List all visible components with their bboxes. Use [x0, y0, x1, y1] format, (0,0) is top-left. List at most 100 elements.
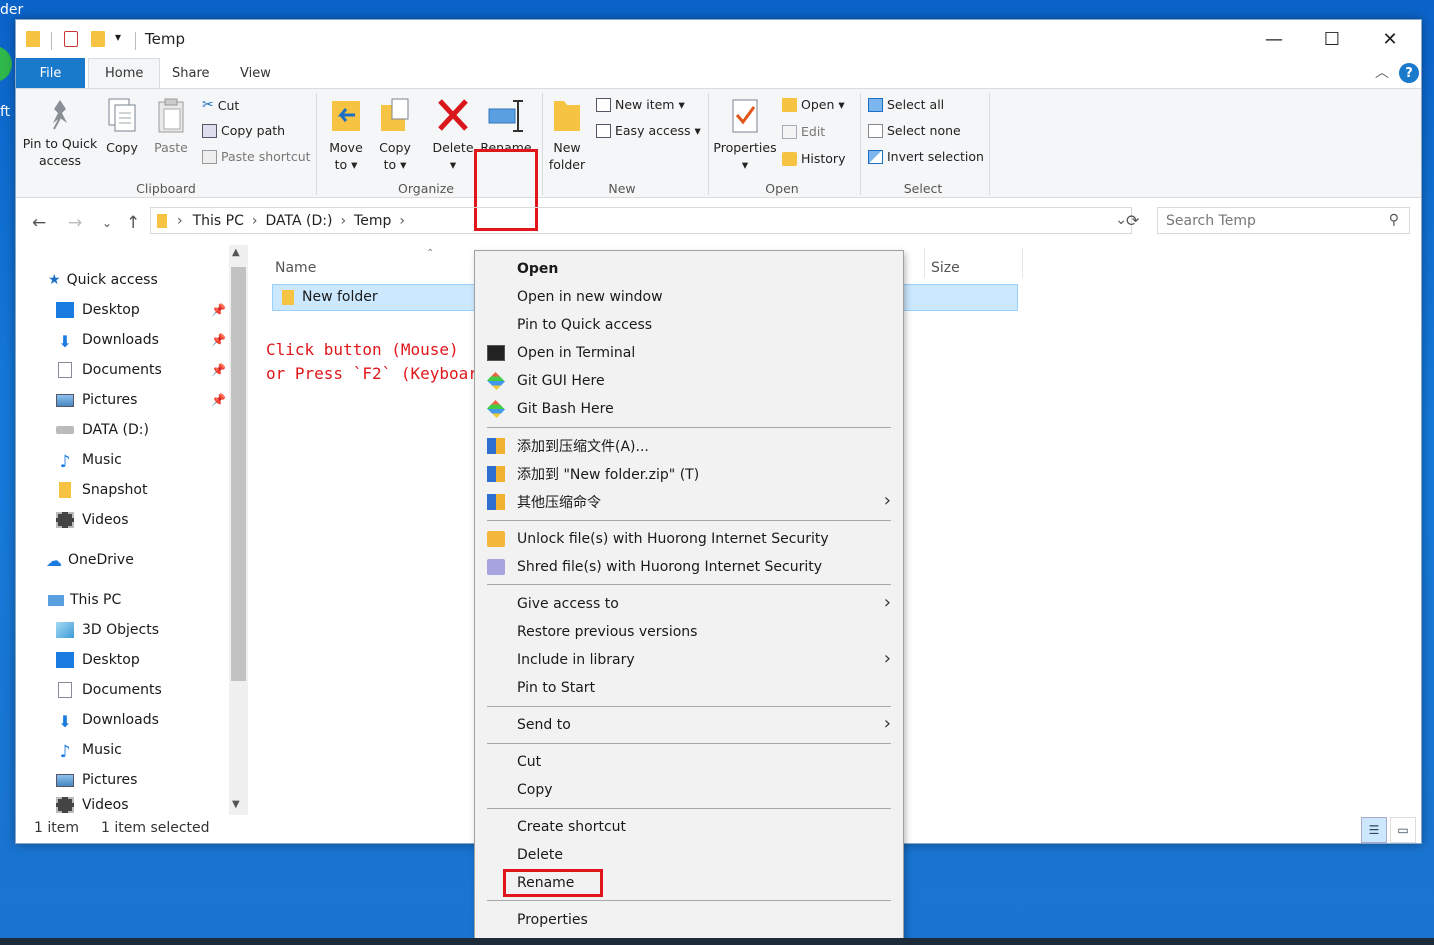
- menu-delete[interactable]: Delete: [475, 841, 903, 869]
- pin-icon[interactable]: 📌: [211, 303, 226, 317]
- properties-button[interactable]: Properties ▾: [713, 97, 777, 173]
- nav-pc-desktop[interactable]: Desktop: [56, 645, 140, 675]
- easy-access-icon: [596, 123, 611, 138]
- column-header-name[interactable]: Name: [275, 260, 316, 276]
- easy-access-button[interactable]: Easy access ▾: [596, 123, 701, 138]
- nav-pc-music[interactable]: ♪ Music: [56, 735, 122, 765]
- nav-pc-videos[interactable]: Videos: [56, 795, 129, 815]
- select-all-button[interactable]: Select all: [868, 97, 944, 112]
- desktop-app-icon[interactable]: [0, 46, 12, 82]
- nav-this-pc[interactable]: This PC: [48, 585, 121, 615]
- pin-icon[interactable]: 📌: [211, 393, 226, 407]
- search-input[interactable]: Search Temp ⚲: [1157, 207, 1410, 234]
- select-none-button[interactable]: Select none: [868, 123, 961, 138]
- scroll-up-icon[interactable]: ▲: [232, 247, 240, 258]
- menu-pin-quick-access[interactable]: Pin to Quick access: [475, 311, 903, 339]
- tab-file[interactable]: File: [16, 58, 85, 88]
- menu-pin-start[interactable]: Pin to Start: [475, 674, 903, 702]
- nav-3d-objects[interactable]: 3D Objects: [56, 615, 159, 645]
- column-header-size[interactable]: Size: [931, 260, 960, 276]
- back-arrow-icon[interactable]: ←: [32, 213, 46, 233]
- nav-pc-documents[interactable]: Documents: [56, 675, 162, 705]
- help-button[interactable]: ?: [1399, 63, 1419, 83]
- maximize-button[interactable]: ☐: [1303, 20, 1361, 58]
- nav-music[interactable]: ♪ Music: [56, 445, 122, 475]
- nav-scrollbar[interactable]: ▲ ▼: [229, 245, 248, 815]
- menu-open-new-window[interactable]: Open in new window: [475, 283, 903, 311]
- qat-dropdown-icon[interactable]: ▾: [115, 30, 121, 44]
- properties-qat-icon[interactable]: [64, 31, 78, 47]
- new-folder-qat-icon[interactable]: [91, 31, 105, 47]
- close-button[interactable]: ✕: [1361, 20, 1419, 58]
- tab-view[interactable]: View: [224, 58, 287, 88]
- menu-open-terminal[interactable]: Open in Terminal: [475, 339, 903, 367]
- up-arrow-icon[interactable]: ↑: [126, 213, 140, 233]
- details-view-icon[interactable]: ☰: [1361, 817, 1387, 843]
- new-item-button[interactable]: New item ▾: [596, 97, 685, 112]
- nav-data-drive[interactable]: DATA (D:): [56, 415, 149, 445]
- clipboard-group-label: Clipboard: [136, 181, 196, 196]
- tab-share[interactable]: Share: [156, 58, 226, 88]
- copy-button[interactable]: Copy: [102, 97, 142, 156]
- menu-shred-huorong[interactable]: Shred file(s) with Huorong Internet Secu…: [475, 553, 903, 581]
- menu-include-library[interactable]: Include in library: [475, 646, 903, 674]
- ribbon-tabs: File Home Share View ︿ ?: [16, 58, 1421, 88]
- breadcrumb-data-d[interactable]: DATA (D:): [266, 213, 333, 229]
- breadcrumb-this-pc[interactable]: This PC: [193, 213, 244, 229]
- scrollbar-thumb[interactable]: [231, 267, 246, 681]
- nav-videos[interactable]: Videos: [56, 505, 129, 535]
- nav-onedrive[interactable]: ☁ OneDrive: [46, 545, 134, 575]
- nav-pictures[interactable]: Pictures: [56, 385, 137, 415]
- pin-icon[interactable]: 📌: [211, 333, 226, 347]
- nav-downloads[interactable]: ⬇ Downloads: [56, 325, 159, 355]
- paste-shortcut-button[interactable]: Paste shortcut: [202, 149, 311, 164]
- copy-to-button[interactable]: Copy to ▾: [375, 97, 415, 173]
- pin-to-quick-access-button[interactable]: Pin to Quick access: [22, 97, 98, 169]
- forward-arrow-icon[interactable]: →: [68, 213, 82, 233]
- breadcrumb-temp[interactable]: Temp: [354, 213, 391, 229]
- menu-add-archive[interactable]: 添加到压缩文件(A)...: [475, 432, 903, 460]
- paste-button[interactable]: Paste: [151, 97, 191, 156]
- open-button[interactable]: Open ▾: [782, 97, 845, 112]
- minimize-button[interactable]: —: [1245, 20, 1303, 58]
- menu-unlock-huorong[interactable]: Unlock file(s) with Huorong Internet Sec…: [475, 525, 903, 553]
- menu-give-access[interactable]: Give access to: [475, 590, 903, 618]
- address-field[interactable]: › This PC › DATA (D:) › Temp › ⌄: [150, 207, 1132, 234]
- invert-selection-icon: [868, 149, 883, 164]
- nav-documents[interactable]: Documents: [56, 355, 162, 385]
- menu-git-bash[interactable]: Git Bash Here: [475, 395, 903, 423]
- menu-restore-versions[interactable]: Restore previous versions: [475, 618, 903, 646]
- menu-add-zip[interactable]: 添加到 "New folder.zip" (T): [475, 460, 903, 488]
- menu-open[interactable]: Open: [475, 255, 903, 283]
- history-button[interactable]: History: [782, 151, 845, 166]
- copy-path-button[interactable]: Copy path: [202, 123, 285, 138]
- pin-icon[interactable]: 📌: [211, 363, 226, 377]
- ribbon: Pin to Quick access Copy Paste ✂ Cut Cop…: [16, 88, 1421, 231]
- menu-properties[interactable]: Properties: [475, 906, 903, 934]
- menu-other-compress[interactable]: 其他压缩命令: [475, 488, 903, 516]
- large-icons-view-icon[interactable]: ▭: [1390, 817, 1416, 843]
- collapse-ribbon-icon[interactable]: ︿: [1375, 62, 1389, 82]
- new-folder-button[interactable]: New folder: [546, 97, 588, 173]
- nav-snapshot[interactable]: Snapshot: [56, 475, 147, 505]
- refresh-icon[interactable]: ⟳: [1126, 211, 1139, 230]
- nav-pc-downloads[interactable]: ⬇ Downloads: [56, 705, 159, 735]
- nav-quick-access[interactable]: ★ Quick access: [48, 265, 158, 295]
- cut-button[interactable]: ✂ Cut: [202, 97, 239, 113]
- edit-button[interactable]: Edit: [782, 124, 825, 139]
- move-to-button[interactable]: Move to ▾: [326, 97, 366, 173]
- recent-locations-icon[interactable]: ⌄: [102, 216, 112, 230]
- scroll-down-icon[interactable]: ▼: [232, 799, 240, 810]
- menu-send-to[interactable]: Send to: [475, 711, 903, 739]
- menu-git-gui[interactable]: Git GUI Here: [475, 367, 903, 395]
- menu-cut[interactable]: Cut: [475, 748, 903, 776]
- desktop-label: der: [0, 2, 24, 18]
- menu-copy[interactable]: Copy: [475, 776, 903, 804]
- invert-selection-button[interactable]: Invert selection: [868, 149, 984, 164]
- tab-home[interactable]: Home: [88, 58, 161, 88]
- nav-desktop[interactable]: Desktop: [56, 295, 140, 325]
- rename-button[interactable]: Rename: [478, 97, 534, 156]
- nav-pc-pictures[interactable]: Pictures: [56, 765, 137, 795]
- delete-button[interactable]: Delete ▾: [432, 97, 474, 173]
- menu-create-shortcut[interactable]: Create shortcut: [475, 813, 903, 841]
